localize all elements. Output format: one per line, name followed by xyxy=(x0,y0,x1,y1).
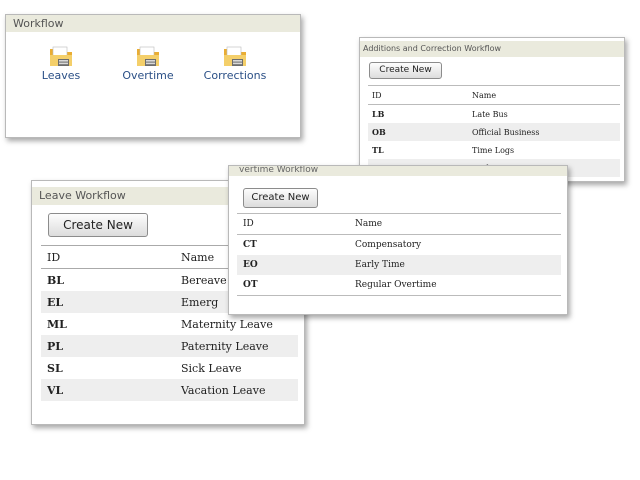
column-header-name: Name xyxy=(472,85,620,105)
overtime-workflow-table: ID Name CT Compensatory EO Early Time OT… xyxy=(237,213,561,296)
row-id: SL xyxy=(47,361,63,375)
table-row[interactable]: TL Time Logs xyxy=(368,141,620,159)
workflow-item-label: Corrections xyxy=(203,69,267,82)
table-row[interactable]: EO Early Time xyxy=(237,255,561,275)
row-name: Official Business xyxy=(472,123,620,141)
workflow-item-leaves[interactable]: Leaves xyxy=(36,43,86,82)
create-new-button[interactable]: Create New xyxy=(369,62,442,79)
table-header-row: ID Name xyxy=(368,85,620,105)
table-row[interactable]: LB Late Bus xyxy=(368,105,620,124)
table-row[interactable]: VL Vacation Leave xyxy=(41,379,298,401)
workflow-item-corrections[interactable]: Corrections xyxy=(196,43,274,82)
column-header-id: ID xyxy=(368,85,472,105)
row-name: Early Time xyxy=(349,255,561,275)
create-new-button[interactable]: Create New xyxy=(48,213,148,237)
additions-corrections-table: ID Name LB Late Bus OB Official Business… xyxy=(368,85,620,177)
row-name: Maternity Leave xyxy=(181,317,273,331)
workflow-item-label: Overtime xyxy=(122,69,174,82)
row-id: EL xyxy=(41,291,175,313)
folder-icon xyxy=(137,46,159,66)
row-name: Compensatory xyxy=(355,240,422,250)
table-row[interactable]: PL Paternity Leave xyxy=(41,335,298,357)
row-id: PL xyxy=(41,335,175,357)
row-name: Regular Overtime xyxy=(355,280,437,290)
workflow-item-overtime[interactable]: Overtime xyxy=(116,43,180,82)
table-row[interactable]: CT Compensatory xyxy=(237,235,561,256)
folder-icon xyxy=(224,46,246,66)
row-id: VL xyxy=(41,379,175,401)
row-name: Late Bus xyxy=(472,109,508,119)
row-id: BL xyxy=(47,273,65,287)
workflow-panel-title: Workflow xyxy=(6,15,300,32)
row-id: LB xyxy=(372,109,385,119)
additions-corrections-title: Additions and Correction Workflow xyxy=(360,41,624,57)
folder-icon xyxy=(50,46,72,66)
row-name: Sick Leave xyxy=(181,361,242,375)
table-row[interactable]: ML Maternity Leave xyxy=(41,313,298,335)
row-id: CT xyxy=(243,240,257,250)
column-header-name: Name xyxy=(349,213,561,235)
row-id: ML xyxy=(47,317,67,331)
row-id: EO xyxy=(237,255,349,275)
row-name: Vacation Leave xyxy=(175,379,298,401)
create-new-button[interactable]: Create New xyxy=(243,188,318,208)
row-id: TL xyxy=(372,145,384,155)
workflow-panel: Workflow Leaves Overtime Corrections xyxy=(5,14,301,138)
additions-corrections-panel: Additions and Correction Workflow Create… xyxy=(359,37,625,182)
column-header-id: ID xyxy=(237,213,349,235)
row-name: Time Logs xyxy=(472,145,515,155)
table-row[interactable]: SL Sick Leave xyxy=(41,357,298,379)
table-header-row: ID Name xyxy=(237,213,561,235)
row-id: OT xyxy=(243,280,258,290)
overtime-workflow-panel: vertime Workflow Create New ID Name CT C… xyxy=(228,165,568,315)
workflow-item-label: Leaves xyxy=(41,69,81,82)
row-id: OB xyxy=(368,123,472,141)
table-row[interactable]: OT Regular Overtime xyxy=(237,275,561,296)
column-header-id: ID xyxy=(41,245,175,269)
row-name: Paternity Leave xyxy=(175,335,298,357)
overtime-workflow-title: vertime Workflow xyxy=(229,166,567,176)
table-row[interactable]: OB Official Business xyxy=(368,123,620,141)
